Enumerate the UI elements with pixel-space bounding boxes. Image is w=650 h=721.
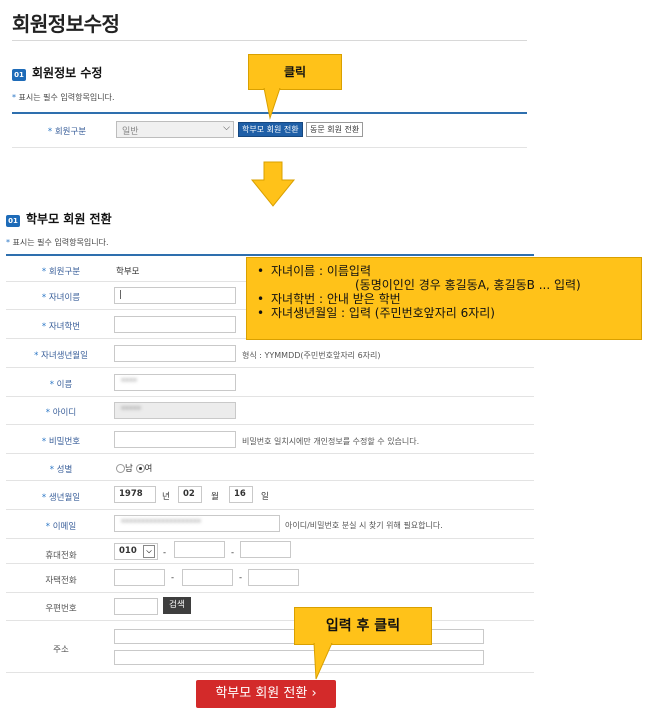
phone-separator: - — [163, 548, 167, 558]
section1-heading: 01 회원정보 수정 — [12, 64, 102, 81]
postcode-input[interactable] — [114, 598, 158, 615]
mobile-label: 휴대전화 — [45, 551, 77, 561]
row-divider — [6, 538, 534, 539]
member-type-label: * 회원구분 — [41, 267, 81, 277]
birth-label: * 생년월일 — [41, 493, 81, 503]
guide-item-continued: (동명이인인 경우 홍길동A, 홍길동B ... 입력) — [355, 278, 581, 292]
password-hint: 비밀번호 일치시에만 개인정보를 수정할 수 있습니다. — [242, 437, 420, 446]
chevron-down-icon: ⌵ — [143, 545, 155, 558]
row-divider — [6, 424, 534, 425]
home-phone-middle-input[interactable] — [182, 569, 233, 586]
birth-month-input[interactable]: 02 — [178, 486, 202, 503]
child-birth-label: * 자녀생년월일 — [34, 351, 88, 361]
address-label: 주소 — [53, 645, 69, 655]
guide-item: 자녀이름 : 이름입력 — [257, 264, 631, 278]
mobile-last-input[interactable] — [240, 541, 291, 558]
child-id-label: * 자녀학번 — [41, 322, 81, 332]
child-name-label: * 자녀이름 — [41, 293, 81, 303]
parent-conversion-submit-button[interactable]: 학부모 회원 전환 › — [196, 680, 336, 708]
home-phone-first-input[interactable] — [114, 569, 165, 586]
callout-pointer-icon — [263, 88, 281, 120]
month-unit: 월 — [211, 492, 219, 502]
phone-separator: - — [239, 573, 243, 583]
day-unit: 일 — [261, 492, 269, 502]
password-label: * 비밀번호 — [41, 437, 81, 447]
row-divider — [6, 509, 534, 510]
child-birth-hint: 형식 : YYMMDD(주민번호앞자리 6자리) — [242, 351, 381, 360]
postcode-label: 우편번호 — [45, 604, 77, 614]
mobile-middle-input[interactable] — [174, 541, 225, 558]
callout-pointer-icon — [313, 643, 333, 680]
password-input[interactable] — [114, 431, 236, 448]
down-arrow-icon — [250, 161, 296, 207]
gender-female-radio[interactable] — [135, 464, 145, 473]
email-label: * 이메일 — [45, 522, 77, 532]
row-divider — [6, 592, 534, 593]
click-callout: 클릭 — [248, 54, 342, 90]
required-note: * 표시는 필수 입력항목입니다. — [6, 238, 109, 247]
member-type-select[interactable]: 일반 ⌵ — [116, 121, 234, 138]
gender-radio-group: 남 여 — [116, 462, 152, 474]
postcode-search-button[interactable]: 검색 — [163, 597, 191, 614]
member-type-label: * 회원구분 — [47, 127, 87, 137]
input-guide-list: 자녀이름 : 이름입력 (동명이인인 경우 홍길동A, 홍길동B ... 입력)… — [257, 264, 631, 320]
alumni-conversion-button[interactable]: 동문 회원 전환 — [306, 122, 364, 137]
birth-day-input[interactable]: 16 — [229, 486, 253, 503]
page-title: 회원정보수정 — [12, 12, 120, 36]
required-note: * 표시는 필수 입력항목입니다. — [12, 93, 115, 102]
row-divider — [6, 480, 534, 481]
gender-label: * 성별 — [49, 465, 73, 475]
child-name-input[interactable]: | — [114, 287, 236, 304]
row-divider — [6, 367, 534, 368]
form-top-rule — [6, 254, 534, 256]
year-unit: 년 — [162, 492, 170, 502]
home-phone-last-input[interactable] — [248, 569, 299, 586]
home-phone-label: 자택전화 — [45, 576, 77, 586]
row-divider — [6, 563, 534, 564]
email-hint: 아이디/비밀번호 분실 시 찾기 위해 필요합니다. — [285, 521, 443, 530]
section2-heading: 01 학부모 회원 전환 — [6, 210, 112, 227]
row-divider — [6, 453, 534, 454]
section-number-badge: 01 — [6, 214, 20, 227]
birth-year-input[interactable]: 1978 — [114, 486, 156, 503]
address-line2-input[interactable] — [114, 650, 484, 665]
gender-male-radio[interactable] — [116, 464, 125, 473]
user-id-field: ***** — [114, 402, 236, 419]
parent-conversion-button[interactable]: 학부모 회원 전환 — [238, 122, 303, 137]
phone-separator: - — [231, 548, 235, 558]
member-type-value: 학부모 — [116, 267, 140, 277]
name-input[interactable]: **** — [114, 374, 236, 391]
chevron-down-icon: ⌵ — [223, 123, 230, 133]
email-input[interactable]: ******************** — [114, 515, 280, 532]
title-divider — [12, 40, 527, 41]
row-divider — [6, 672, 534, 673]
input-guide-box: 자녀이름 : 이름입력 (동명이인인 경우 홍길동A, 홍길동B ... 입력)… — [246, 257, 642, 340]
section-title: 회원정보 수정 — [32, 66, 103, 80]
input-then-click-callout: 입력 후 클릭 — [294, 607, 432, 645]
child-id-input[interactable] — [114, 316, 236, 333]
row-divider — [6, 620, 534, 621]
guide-item: 자녀생년월일 : 입력 (주민번호앞자리 6자리) — [257, 306, 631, 320]
mobile-prefix-select[interactable]: 010 ⌵ — [114, 543, 158, 560]
name-label: * 이름 — [49, 380, 73, 390]
guide-item: 자녀학번 : 안내 받은 학번 — [257, 292, 631, 306]
row-divider — [6, 396, 534, 397]
user-id-label: * 아이디 — [45, 408, 77, 418]
row-divider — [12, 147, 527, 148]
section-number-badge: 01 — [12, 68, 26, 81]
child-birth-input[interactable] — [114, 345, 236, 362]
phone-separator: - — [171, 573, 175, 583]
section-title: 학부모 회원 전환 — [26, 212, 112, 226]
